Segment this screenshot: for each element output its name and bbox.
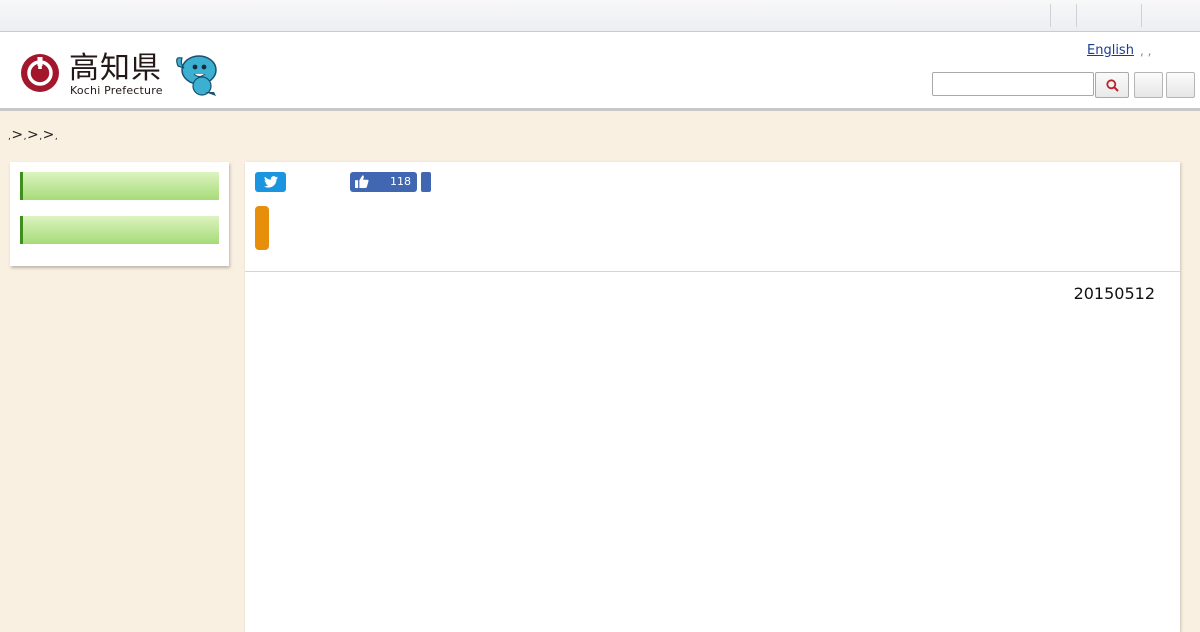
language-separators: , , [1140,44,1152,58]
breadcrumb-separator: > [11,127,24,143]
sidebar-item[interactable] [20,216,219,244]
breadcrumb-current: , [54,132,59,142]
site-header: 高知県 Kochi Prefecture English , , [0,32,1200,111]
logo-english[interactable]: Kochi Prefecture [70,84,163,97]
like-count: 118 [390,175,411,188]
breadcrumb-separator: > [26,127,40,143]
search-button[interactable] [1095,72,1129,98]
mascot-icon [176,55,217,96]
tweet-button[interactable] [255,172,286,192]
facebook-like-button[interactable]: 118 [350,172,417,192]
sidebar [10,162,229,266]
title-accent-bar [255,206,269,250]
breadcrumb-separator: > [42,127,55,143]
english-link[interactable]: English [1087,43,1134,58]
topbar-separator [1050,4,1051,27]
sidebar-item[interactable] [20,172,219,200]
content-divider [245,271,1180,272]
publish-date: 20150512 [1073,284,1155,303]
search-input[interactable] [932,72,1094,96]
kochi-emblem-icon[interactable] [20,53,60,93]
twitter-icon [263,176,278,188]
facebook-share-button[interactable] [421,172,431,192]
search-icon [1105,78,1119,92]
breadcrumb: ,>,>,>, [8,127,58,143]
color-contrast-button[interactable] [1166,72,1195,98]
font-size-button[interactable] [1134,72,1163,98]
thumbs-up-icon [355,175,369,188]
topbar-separator [1141,4,1142,27]
main-content: 118 20150512 [245,162,1180,632]
topbar-separator [1076,4,1077,27]
logo-kanji[interactable]: 高知県 [69,52,162,86]
top-utility-bar [0,0,1200,32]
